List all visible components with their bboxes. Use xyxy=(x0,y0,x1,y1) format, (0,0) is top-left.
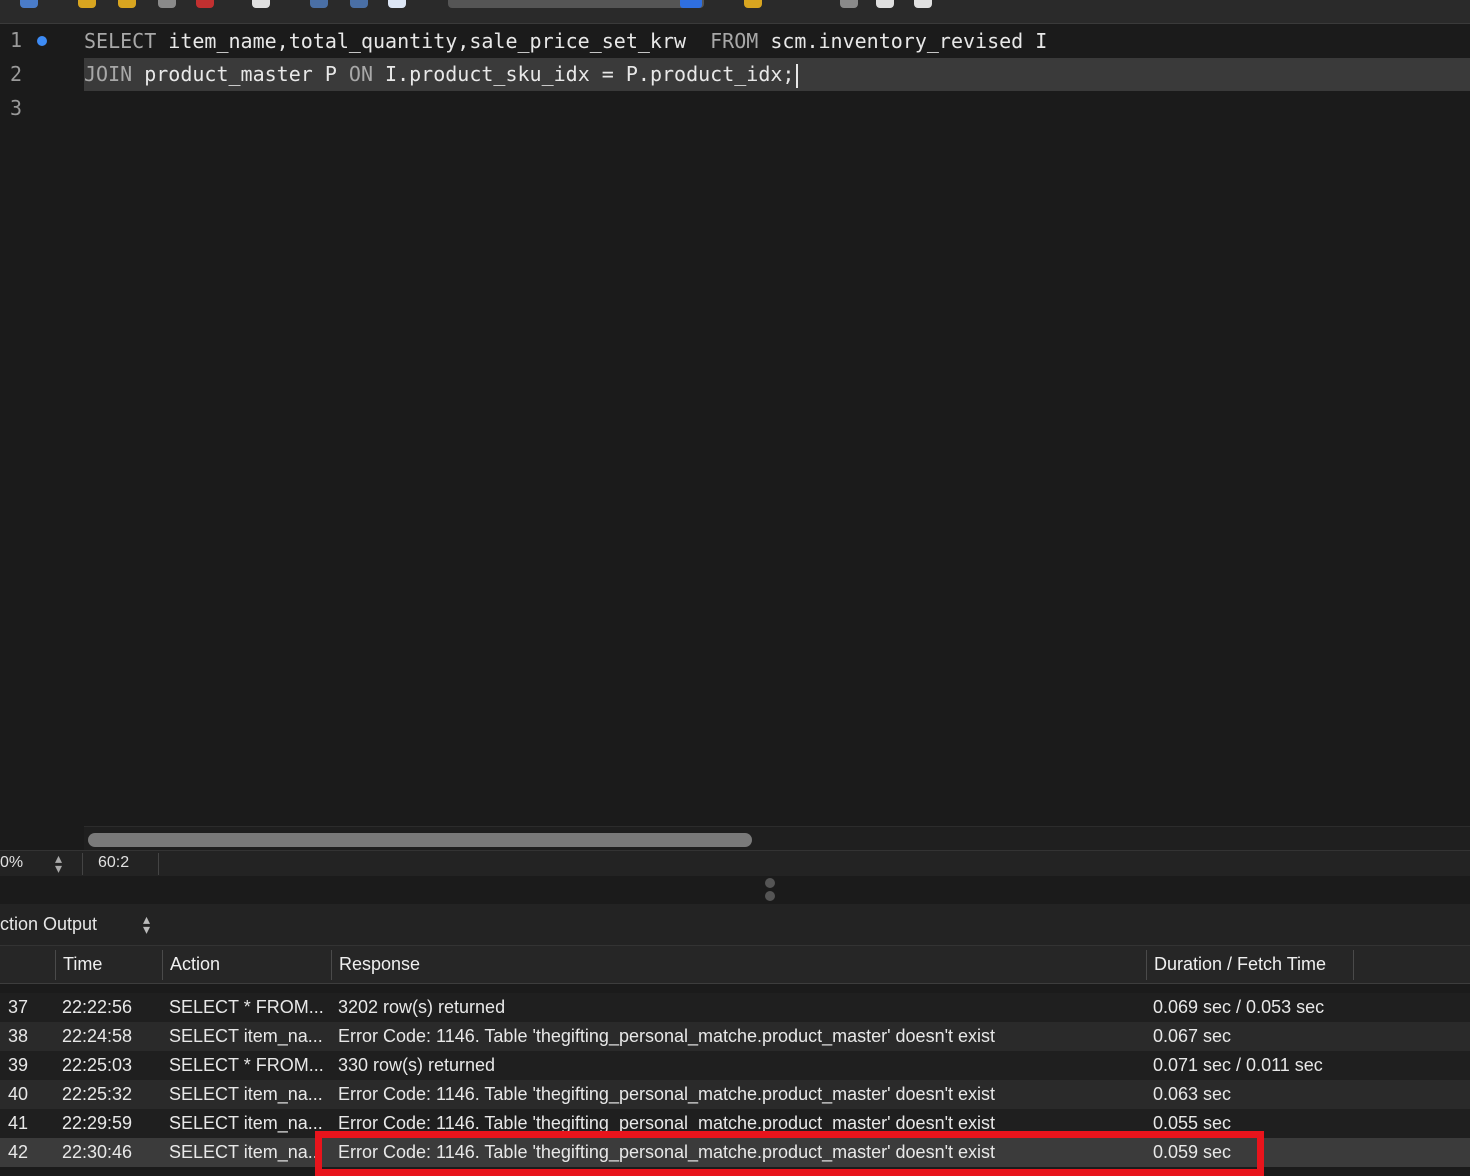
code-line-current[interactable]: JOIN product_master P ON I.product_sku_i… xyxy=(84,58,1470,91)
row-action: SELECT item_na... xyxy=(169,1084,323,1104)
column-header-time[interactable]: Time xyxy=(63,954,102,975)
row-action: SELECT item_na... xyxy=(169,1113,323,1133)
sql-text: I.product_sku_idx = P.product_idx; xyxy=(373,62,795,86)
output-type-select[interactable]: ction Output xyxy=(0,914,97,935)
row-number: 37 xyxy=(8,997,29,1017)
column-header-duration[interactable]: Duration / Fetch Time xyxy=(1154,954,1326,975)
table-row[interactable]: 39 22:25:03 SELECT * FROM... 330 row(s) … xyxy=(0,1051,1470,1080)
cursor-position: 60:2 xyxy=(98,854,130,871)
row-duration: 0.071 sec / 0.011 sec xyxy=(1153,1055,1323,1075)
horizontal-scrollbar[interactable] xyxy=(84,826,1470,850)
rollback-icon[interactable] xyxy=(350,0,368,8)
row-time: 22:22:56 xyxy=(62,997,133,1017)
row-time: 22:24:58 xyxy=(62,1026,133,1046)
row-time: 22:25:32 xyxy=(62,1084,133,1104)
line-number-gutter: 1 2 3 xyxy=(0,24,84,850)
scrollbar-thumb[interactable] xyxy=(88,833,752,847)
sql-text: item_name,total_quantity,sale_price_set_… xyxy=(156,29,711,53)
column-header-response[interactable]: Response xyxy=(339,954,420,975)
execute-icon[interactable] xyxy=(78,0,96,8)
invisible-chars-icon[interactable] xyxy=(876,0,894,8)
row-duration: 0.069 sec / 0.053 sec xyxy=(1153,997,1325,1017)
row-time: 22:25:03 xyxy=(62,1055,133,1075)
splitter-handle-icon[interactable] xyxy=(765,891,775,901)
save-icon[interactable] xyxy=(20,0,38,8)
editor-statusbar: 0% ▴ ▾ 60:2 xyxy=(0,850,1470,876)
table-row[interactable]: 38 22:24:58 SELECT item_na... Error Code… xyxy=(0,1022,1470,1051)
find-icon[interactable] xyxy=(840,0,858,8)
row-number: 40 xyxy=(8,1084,29,1104)
splitter-handle-icon[interactable] xyxy=(765,878,775,888)
row-number: 41 xyxy=(8,1113,29,1133)
explain-icon[interactable] xyxy=(158,0,176,8)
execute-current-icon[interactable] xyxy=(118,0,136,8)
sql-keyword: JOIN xyxy=(84,62,133,86)
zoom-level[interactable]: 0% xyxy=(0,854,23,872)
divider xyxy=(82,853,83,875)
toolbar xyxy=(0,0,1470,24)
panel-splitter[interactable] xyxy=(0,876,1470,904)
column-divider[interactable] xyxy=(331,950,332,980)
row-time: 22:29:59 xyxy=(62,1113,133,1133)
beautify-icon[interactable] xyxy=(744,0,762,8)
line-number: 1 xyxy=(10,28,23,52)
error-highlight-box xyxy=(315,1131,1264,1176)
divider xyxy=(158,853,159,875)
chevron-down-icon[interactable] xyxy=(680,0,702,8)
row-time: 22:30:46 xyxy=(62,1142,133,1162)
table-row[interactable]: 37 22:22:56 SELECT * FROM... 3202 row(s)… xyxy=(0,993,1470,1022)
column-divider[interactable] xyxy=(1146,950,1147,980)
row-duration: 0.063 sec xyxy=(1153,1084,1232,1104)
code-line[interactable]: SELECT item_name,total_quantity,sale_pri… xyxy=(84,25,1047,58)
chevron-updown-icon[interactable]: ▴ ▾ xyxy=(143,912,150,936)
row-duration: 0.067 sec xyxy=(1153,1026,1232,1046)
sql-editor[interactable]: 1 2 3 SELECT item_name,total_quantity,sa… xyxy=(0,24,1470,850)
sql-text: scm.inventory_revised I xyxy=(758,29,1048,53)
limit-rows-select[interactable] xyxy=(448,0,704,8)
output-table-header: Time Action Response Duration / Fetch Ti… xyxy=(0,946,1470,984)
column-header-action[interactable]: Action xyxy=(170,954,220,975)
wrap-icon[interactable] xyxy=(914,0,932,8)
line-number: 3 xyxy=(10,96,23,120)
row-action: SELECT * FROM... xyxy=(169,997,324,1017)
column-divider[interactable] xyxy=(1353,950,1354,980)
row-response: Error Code: 1146. Table 'thegifting_pers… xyxy=(338,1026,996,1046)
commit-icon[interactable] xyxy=(310,0,328,8)
zoom-stepper-icon[interactable]: ▴ ▾ xyxy=(55,851,62,875)
autocommit-icon[interactable] xyxy=(388,0,406,8)
sql-keyword: FROM xyxy=(710,29,759,53)
column-divider[interactable] xyxy=(55,950,56,980)
row-response: Error Code: 1146. Table 'thegifting_pers… xyxy=(338,1084,996,1104)
row-response: 3202 row(s) returned xyxy=(338,997,506,1017)
row-action: SELECT item_na... xyxy=(169,1142,323,1162)
column-divider[interactable] xyxy=(162,950,163,980)
line-number: 2 xyxy=(10,62,23,86)
stop-icon[interactable] xyxy=(196,0,214,8)
output-panel-header: ction Output ▴ ▾ xyxy=(0,904,1470,946)
row-number: 42 xyxy=(8,1142,29,1162)
text-caret xyxy=(796,63,799,88)
row-response: 330 row(s) returned xyxy=(338,1055,496,1075)
toggle-icon[interactable] xyxy=(252,0,270,8)
statement-marker-icon xyxy=(37,36,47,46)
row-action: SELECT item_na... xyxy=(169,1026,323,1046)
row-action: SELECT * FROM... xyxy=(169,1055,324,1075)
sql-keyword: ON xyxy=(348,62,374,86)
table-row[interactable]: 40 22:25:32 SELECT item_na... Error Code… xyxy=(0,1080,1470,1109)
row-number: 39 xyxy=(8,1055,29,1075)
sql-text: product_master P xyxy=(132,62,349,86)
row-number: 38 xyxy=(8,1026,29,1046)
sql-keyword: SELECT xyxy=(84,29,157,53)
